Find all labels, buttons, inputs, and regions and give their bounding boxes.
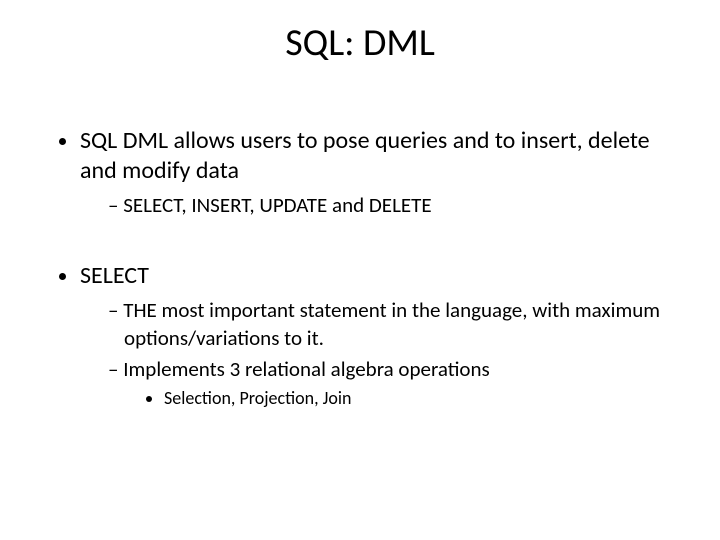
sub-bullet-item: THE most important statement in the lang…: [108, 297, 690, 352]
bullet-item-1: SQL DML allows users to pose queries and…: [80, 126, 690, 219]
bullet-list: SQL DML allows users to pose queries and…: [30, 126, 690, 219]
sub-bullet-text: Implements 3 relational algebra operatio…: [123, 356, 490, 382]
bullet-text: SQL DML allows users to pose queries and…: [80, 126, 650, 185]
bullet-text: SELECT: [80, 261, 149, 290]
sub-bullet-item: SELECT, INSERT, UPDATE and DELETE: [108, 192, 690, 219]
sub-sub-bullet-item: Selection, Projection, Join: [164, 387, 690, 410]
slide-title: SQL: DML: [30, 20, 690, 66]
bullet-list: SELECT THE most important statement in t…: [30, 261, 690, 410]
slide: SQL: DML SQL DML allows users to pose qu…: [0, 0, 720, 540]
sub-list: THE most important statement in the lang…: [80, 297, 690, 410]
sub-sub-list: Selection, Projection, Join: [124, 387, 690, 410]
sub-sub-bullet-text: Selection, Projection, Join: [164, 387, 351, 409]
sub-list: SELECT, INSERT, UPDATE and DELETE: [80, 192, 690, 219]
sub-bullet-text: SELECT, INSERT, UPDATE and DELETE: [123, 192, 431, 218]
sub-bullet-text: THE most important statement in the lang…: [123, 297, 660, 350]
spacer: [30, 225, 690, 261]
sub-bullet-item: Implements 3 relational algebra operatio…: [108, 356, 690, 411]
bullet-item-2: SELECT THE most important statement in t…: [80, 261, 690, 410]
